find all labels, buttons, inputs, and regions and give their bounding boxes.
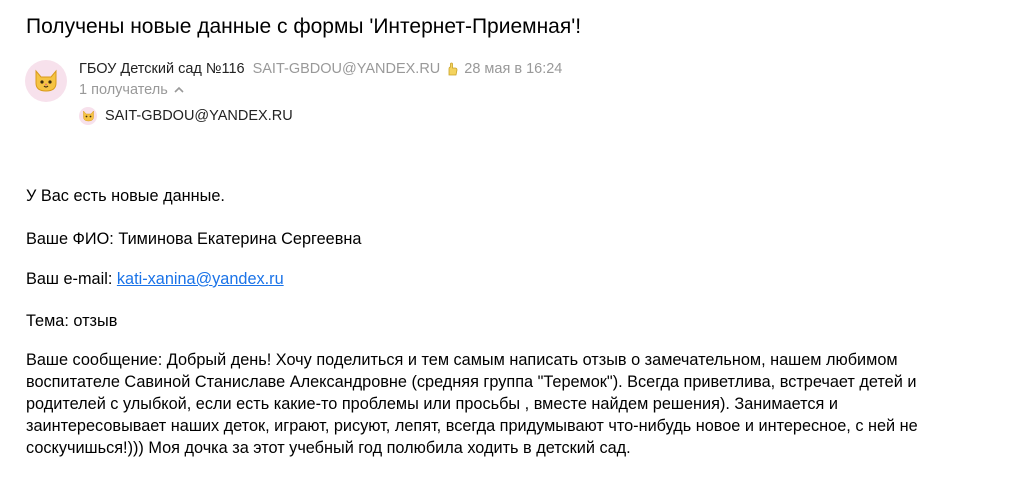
message-line: заинтересовывает наших деток, играют, ри… [26,417,918,435]
body-intro: У Вас есть новые данные. [26,187,225,205]
cat-face-icon [35,69,57,92]
body-email-label: Ваш e-mail: [26,270,117,288]
message-line: соскучишься!))) Моя дочка за этот учебны… [26,439,631,457]
body-message: Ваше сообщение: Добрый день! Хочу подели… [26,349,1006,459]
sent-date: 28 мая в 16:24 [464,61,563,77]
body-fio: Ваше ФИО: Тиминова Екатерина Сергеевна [26,230,362,248]
sender-line: ГБОУ Детский сад №116 SAIT-GBDOU@YANDEX.… [79,59,562,79]
cat-face-icon [82,110,94,122]
recipients-toggle[interactable]: 1 получатель [79,80,184,100]
recipients-count-label: 1 получатель [79,82,168,98]
message-line: воспитателе Савиной Станиславе Александр… [26,373,917,391]
sender-name[interactable]: ГБОУ Детский сад №116 [79,59,245,79]
hand-icon [448,62,458,76]
recipient-email[interactable]: SAIT-GBDOU@YANDEX.RU [105,106,293,126]
email-subject: Получены новые данные с формы 'Интернет-… [26,15,582,38]
message-line: родителей с улыбкой, если есть какие-то … [26,395,838,413]
chevron-up-icon [174,86,184,93]
message-line: Ваше сообщение: Добрый день! Хочу подели… [26,351,898,369]
body-email-link[interactable]: kati-xanina@yandex.ru [117,270,284,288]
body-email-line: Ваш e-mail: kati-xanina@yandex.ru [26,268,284,290]
sender-avatar[interactable] [25,60,67,102]
sender-email[interactable]: SAIT-GBDOU@YANDEX.RU [253,59,441,79]
body-topic: Тема: отзыв [26,312,118,330]
recipient-avatar [79,107,97,125]
